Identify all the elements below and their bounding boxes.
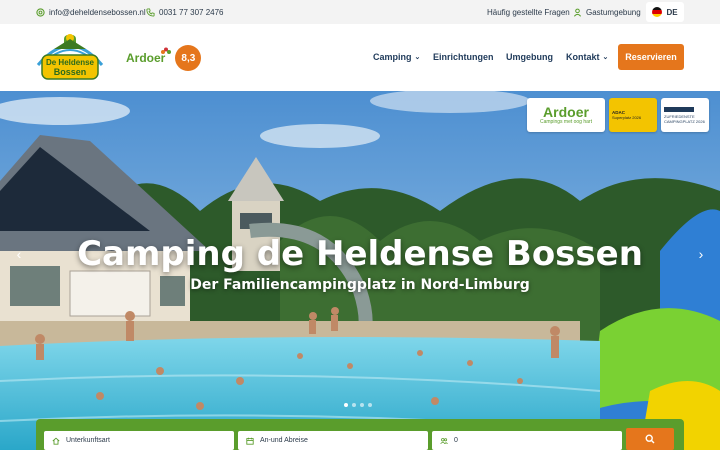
date-range-placeholder: An-und Abreise — [260, 437, 308, 444]
booking-bar: Unterkunftsart An-und Abreise 0 — [36, 419, 684, 450]
badge-bar — [664, 106, 694, 112]
search-button[interactable] — [626, 428, 674, 450]
calendar-icon — [246, 437, 254, 445]
chevron-left-icon: ‹ — [16, 246, 22, 262]
guests-icon — [440, 437, 448, 444]
nav-camping-label: Camping — [373, 52, 412, 62]
slide-dot[interactable] — [344, 403, 348, 407]
rating-badge: 8,3 — [175, 45, 202, 71]
adac-badge-text: Superplatz 2026 — [612, 115, 642, 120]
date-range-field[interactable]: An-und Abreise — [238, 431, 428, 450]
guests-value: 0 — [454, 437, 458, 444]
hero-title: Camping de Heldense Bossen — [77, 234, 643, 274]
top-bar: info@deheldensebossen.nl 0031 77 307 247… — [0, 0, 720, 24]
germany-flag-icon — [652, 7, 663, 17]
hero-slider: Ardoer Campings met oog hart ADAC Superp… — [0, 91, 720, 450]
home-icon — [52, 437, 60, 445]
at-icon — [36, 7, 45, 17]
satisfaction-award-badge[interactable]: ZUFRIEDENSTE CAMPINGPLATZ 2026 — [661, 98, 709, 132]
adac-award-badge[interactable]: ADAC Superplatz 2026 — [609, 98, 657, 132]
email-text: info@deheldensebossen.nl — [49, 7, 146, 17]
language-selector[interactable]: DE — [646, 2, 684, 22]
ardoer-hearts-icon — [161, 47, 172, 54]
main-header: De Heldense Bossen Ardoer 8,3 Camping ⌄ E… — [0, 24, 720, 91]
guest-area-link[interactable]: Gastumgebung — [573, 0, 641, 24]
satisfaction-badge-title: ZUFRIEDENSTE CAMPINGPLATZ 2026 — [664, 113, 705, 124]
search-icon — [645, 434, 655, 444]
nav-umgebung[interactable]: Umgebung — [506, 48, 553, 66]
language-code: DE — [666, 7, 678, 17]
slide-dot[interactable] — [368, 403, 372, 407]
faq-link[interactable]: Häufig gestellte Fragen — [487, 0, 570, 24]
ardoer-logo: Ardoer — [126, 47, 172, 65]
prev-slide-button[interactable]: ‹ — [8, 243, 30, 265]
email-link[interactable]: info@deheldensebossen.nl — [36, 0, 146, 24]
guest-area-text: Gastumgebung — [586, 7, 641, 17]
chevron-right-icon: › — [698, 246, 704, 262]
phone-text: 0031 77 307 2476 — [159, 7, 224, 17]
logo-line2: Bossen — [54, 67, 87, 77]
reserve-button[interactable]: Reservieren — [618, 44, 684, 70]
site-logo[interactable]: De Heldense Bossen — [34, 31, 106, 87]
nav-umgebung-label: Umgebung — [506, 52, 553, 62]
ardoer-award-badge[interactable]: Ardoer Campings met oog hart — [527, 98, 605, 132]
nav-einrichtungen[interactable]: Einrichtungen — [433, 48, 494, 66]
user-icon — [573, 8, 582, 17]
ardoer-badge-title: Ardoer — [543, 104, 589, 120]
guests-field[interactable]: 0 — [432, 431, 622, 450]
nav-camping[interactable]: Camping ⌄ — [373, 48, 420, 66]
nav-einrichtungen-label: Einrichtungen — [433, 52, 494, 62]
slide-indicators — [344, 403, 372, 407]
phone-link[interactable]: 0031 77 307 2476 — [146, 0, 224, 24]
next-slide-button[interactable]: › — [690, 243, 712, 265]
logo-line1: De Heldense — [46, 58, 95, 67]
accommodation-type-field[interactable]: Unterkunftsart — [44, 431, 234, 450]
faq-text: Häufig gestellte Fragen — [487, 7, 570, 17]
accommodation-type-placeholder: Unterkunftsart — [66, 437, 110, 444]
nav-kontakt[interactable]: Kontakt ⌄ — [566, 48, 608, 66]
hero-subtitle: Der Familiencampingplatz in Nord-Limburg — [190, 277, 530, 293]
ardoer-badge-tagline: Campings met oog hart — [540, 119, 592, 125]
chevron-down-icon: ⌄ — [602, 54, 609, 61]
nav-kontakt-label: Kontakt — [566, 52, 600, 62]
ardoer-rating[interactable]: Ardoer 8,3 — [126, 45, 202, 71]
phone-icon — [146, 7, 155, 17]
chevron-down-icon: ⌄ — [414, 54, 421, 61]
ardoer-label: Ardoer — [126, 51, 166, 65]
slide-dot[interactable] — [360, 403, 364, 407]
award-badges: Ardoer Campings met oog hart ADAC Superp… — [527, 98, 709, 132]
slide-dot[interactable] — [352, 403, 356, 407]
